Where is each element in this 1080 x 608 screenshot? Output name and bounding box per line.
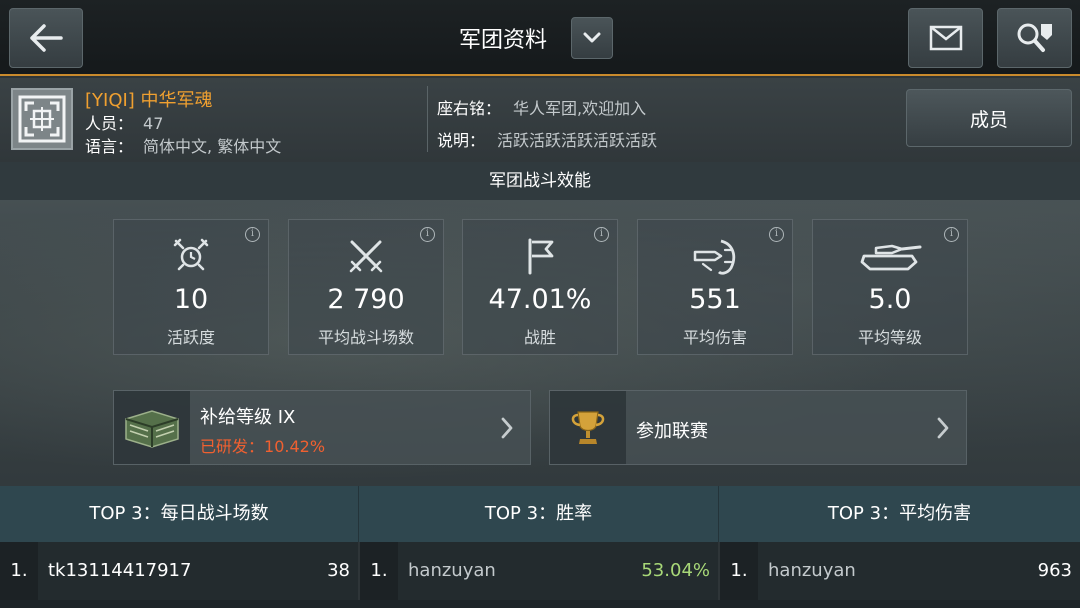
members-label: 人员：	[85, 114, 134, 133]
top3-winrate-header: TOP 3：胜率	[359, 486, 719, 542]
supply-crate-image	[114, 391, 190, 464]
player-name: hanzuyan	[768, 560, 856, 581]
clan-search-button[interactable]	[997, 8, 1072, 68]
stat-value: 551	[689, 284, 741, 315]
flag-icon	[528, 238, 554, 275]
stat-value: 5.0	[868, 284, 912, 315]
clan-emblem	[11, 88, 73, 150]
row-value: 38	[327, 560, 350, 581]
row-rank: 1.	[720, 542, 758, 600]
top-bar: 军团资料	[0, 0, 1080, 76]
back-button[interactable]	[9, 8, 83, 68]
supply-progress-value: 10.42%	[264, 437, 326, 456]
supply-level-button[interactable]: 补给等级 IX 已研发：10.42%	[113, 390, 531, 465]
player-name: tk13114417917	[48, 560, 192, 581]
chevron-right-icon	[501, 417, 513, 439]
supply-crate-icon	[125, 409, 179, 448]
alarm-clock-swords-icon	[173, 238, 209, 271]
join-league-button[interactable]: 参加联赛	[549, 390, 967, 465]
description-value: 活跃活跃活跃活跃活跃	[497, 131, 658, 150]
stat-label: 活跃度	[166, 328, 215, 347]
members-count-line: 人员： 47	[85, 110, 163, 134]
row-rank: 1.	[0, 542, 38, 600]
trophy-icon	[571, 410, 605, 444]
motto-label: 座右铭：	[437, 99, 502, 118]
info-divider	[427, 86, 428, 152]
envelope-icon	[929, 25, 962, 51]
supply-level-title: 补给等级 IX	[200, 407, 296, 428]
stat-value: 10	[173, 284, 209, 315]
stat-label: 平均伤害	[682, 328, 747, 347]
table-row[interactable]: 1. hanzuyan 963	[720, 542, 1080, 600]
stat-card-wins: i 47.01% 战胜	[462, 219, 618, 355]
table-row[interactable]: 1. tk13114417917 38	[0, 542, 358, 600]
row-rank: 1.	[360, 542, 398, 600]
row-value: 963	[1037, 560, 1072, 581]
stat-card-avg-damage: i 551 平均伤害	[637, 219, 793, 355]
stat-card-activity: i 10 活跃度	[113, 219, 269, 355]
clan-emblem-icon	[18, 95, 66, 143]
description-label: 说明：	[437, 131, 486, 150]
members-value: 47	[143, 114, 164, 133]
stat-value: 47.01%	[488, 284, 592, 315]
members-button[interactable]: 成员	[906, 89, 1072, 147]
player-name: hanzuyan	[408, 560, 496, 581]
chevron-right-icon	[937, 417, 949, 439]
supply-progress-label: 已研发：	[200, 437, 265, 456]
language-value: 简体中文, 繁体中文	[143, 137, 282, 156]
chevron-down-icon	[583, 32, 601, 43]
stat-label: 平均等级	[857, 328, 922, 347]
stat-label: 平均战斗场数	[317, 328, 414, 347]
supply-progress: 已研发：10.42%	[200, 433, 325, 457]
motto-line: 座右铭： 华人军团,欢迎加入	[437, 95, 646, 119]
clan-name: [YIQI] 中华军魂	[85, 90, 213, 111]
performance-section-title: 军团战斗效能	[0, 162, 1080, 200]
stat-value: 2 790	[327, 284, 405, 315]
top3-daily-battles-header: TOP 3：每日战斗场数	[0, 486, 359, 542]
trophy-image	[550, 391, 626, 464]
table-row[interactable]: 1. hanzuyan 53.04%	[360, 542, 718, 600]
stat-card-avg-tier: i 5.0 平均等级	[812, 219, 968, 355]
tank-icon	[860, 244, 922, 271]
clan-info-panel: [YIQI] 中华军魂 人员： 47 语言： 简体中文, 繁体中文 座右铭： 华人军团…	[0, 78, 1080, 162]
crossed-swords-icon	[349, 240, 383, 273]
language-label: 语言：	[85, 137, 134, 156]
arrow-left-icon	[30, 24, 63, 52]
stat-label: 战胜	[523, 328, 556, 347]
shell-impact-icon	[693, 239, 736, 275]
description-line: 说明： 活跃活跃活跃活跃活跃	[437, 127, 657, 151]
language-line: 语言： 简体中文, 繁体中文	[85, 133, 281, 157]
clan-switch-dropdown[interactable]	[571, 17, 613, 59]
next-row-strip	[0, 600, 1080, 608]
top3-avg-damage-header: TOP 3：平均伤害	[719, 486, 1080, 542]
mail-button[interactable]	[908, 8, 983, 68]
stat-card-avg-battles: i 2 790 平均战斗场数	[288, 219, 444, 355]
row-value: 53.04%	[641, 560, 710, 581]
motto-value: 华人军团,欢迎加入	[513, 99, 647, 118]
search-clan-icon	[1017, 23, 1052, 52]
join-league-title: 参加联赛	[636, 421, 708, 442]
